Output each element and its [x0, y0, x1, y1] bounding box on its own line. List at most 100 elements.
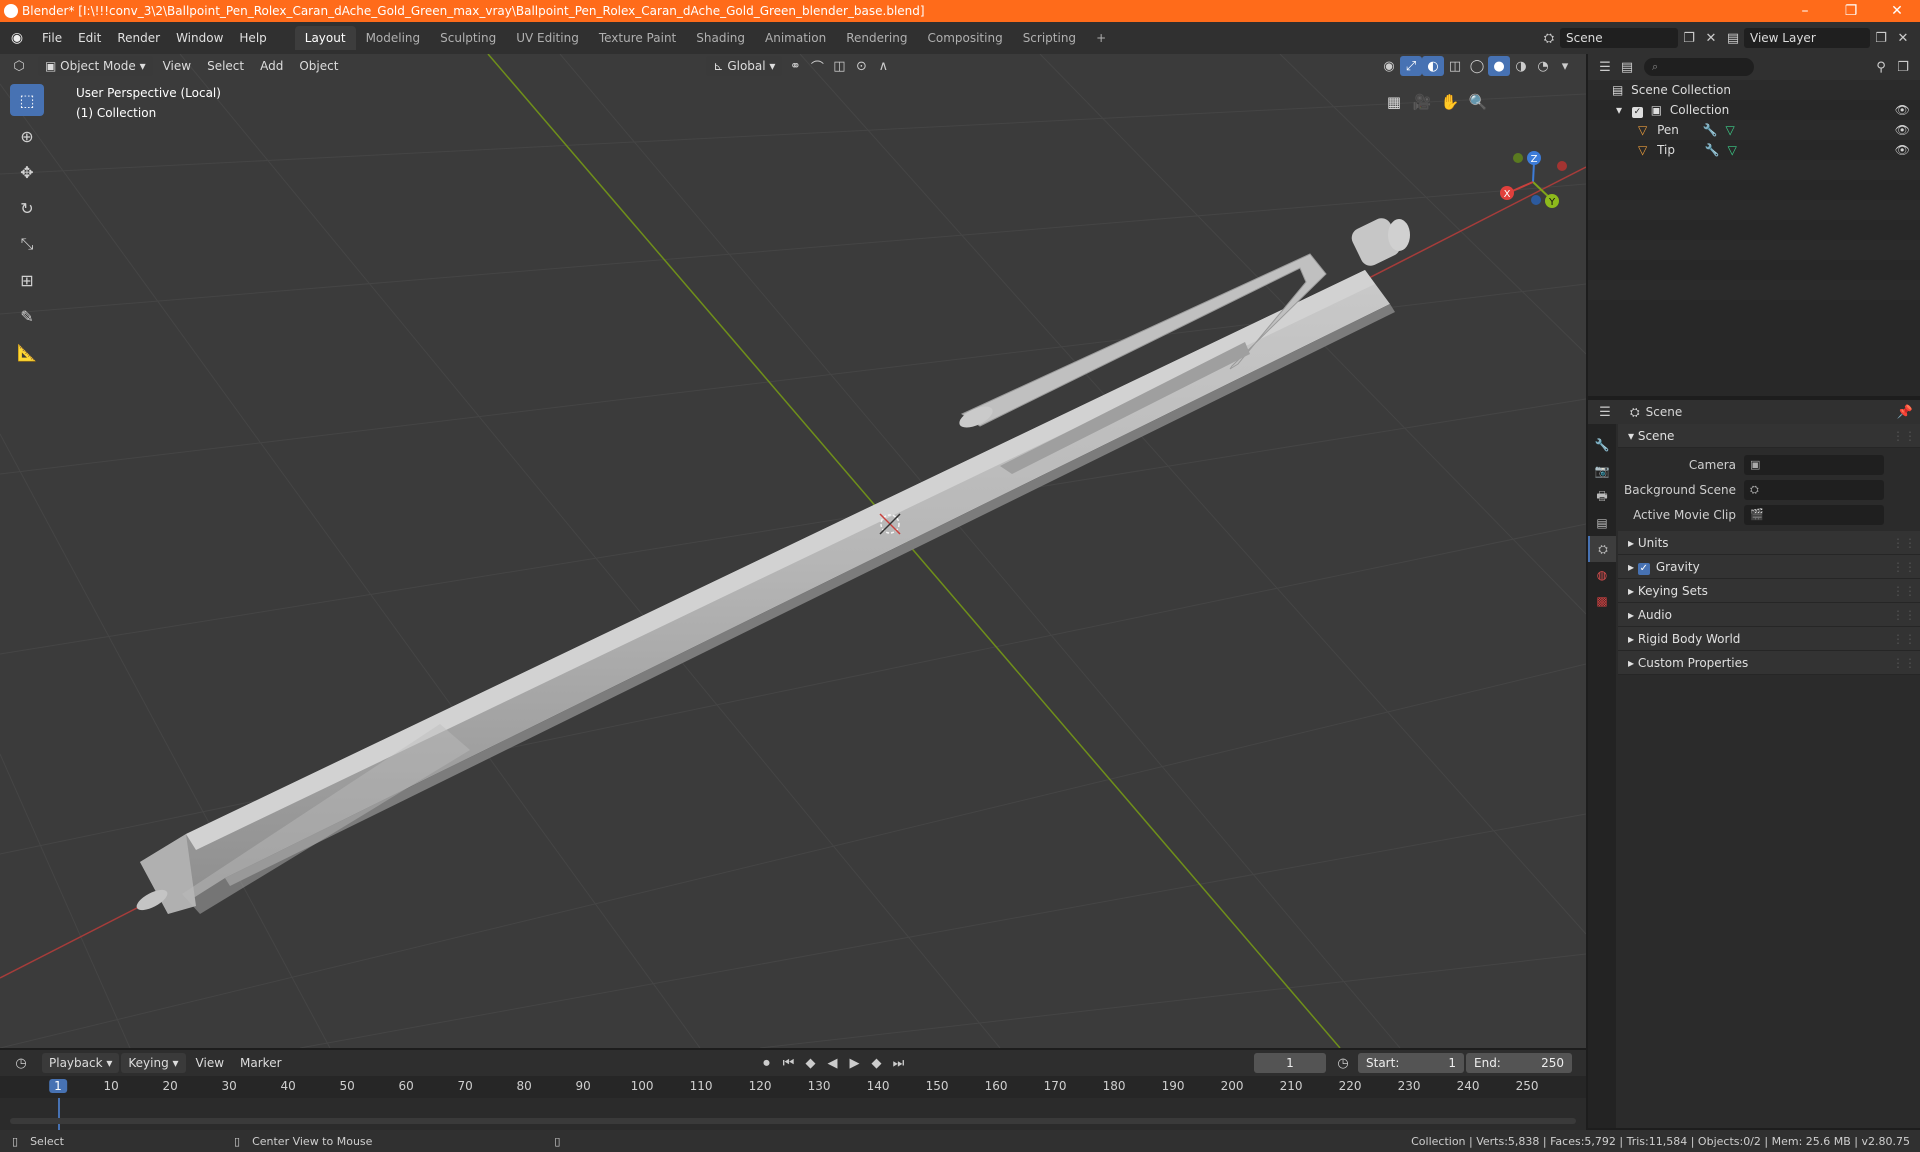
camera-field[interactable]: ▣ — [1744, 454, 1884, 475]
annotate-tool-icon[interactable]: ✎ — [10, 300, 44, 332]
collection-expand-icon[interactable]: ▾ — [1616, 103, 1622, 117]
viewport-menu-view[interactable]: View — [155, 56, 199, 76]
panel-units-header[interactable]: ▸ Units ⋮⋮ — [1618, 531, 1920, 555]
timeline-menu-marker[interactable]: Marker — [232, 1053, 289, 1073]
record-icon[interactable]: ⏺ — [756, 1053, 778, 1073]
keying-menu[interactable]: Keying ▾ — [121, 1053, 186, 1073]
start-frame-field[interactable]: Start: 1 — [1358, 1053, 1464, 1073]
next-keyframe-icon[interactable]: ◆ — [866, 1053, 888, 1073]
pen-visibility-icon[interactable]: 👁 — [1895, 120, 1910, 140]
overlays-toggle-icon[interactable]: ◐ — [1422, 56, 1444, 76]
toggle-ortho-icon[interactable]: ▦ — [1380, 88, 1408, 116]
menu-file[interactable]: File — [34, 26, 70, 50]
panel-custom-properties-header[interactable]: ▸ Custom Properties ⋮⋮ — [1618, 651, 1920, 675]
viewport-menu-object[interactable]: Object — [291, 56, 346, 76]
menu-render[interactable]: Render — [109, 26, 168, 50]
close-button[interactable]: ✕ — [1874, 0, 1920, 22]
prev-keyframe-icon[interactable]: ◆ — [800, 1053, 822, 1073]
output-tab-icon[interactable]: 🖶 — [1588, 484, 1616, 510]
tab-shading[interactable]: Shading — [686, 26, 755, 50]
collection-visibility-icon[interactable]: 👁 — [1895, 100, 1910, 120]
texture-tab-icon[interactable]: ▩ — [1588, 588, 1616, 614]
mesh-data-icon[interactable]: ▽ — [1728, 143, 1737, 157]
pan-view-icon[interactable]: ✋ — [1436, 88, 1464, 116]
tab-animation[interactable]: Animation — [755, 26, 836, 50]
panel-rigid-body-header[interactable]: ▸ Rigid Body World ⋮⋮ — [1618, 627, 1920, 651]
move-tool-icon[interactable]: ✥ — [10, 156, 44, 188]
tool-tab-icon[interactable]: 🔧 — [1588, 432, 1616, 458]
zoom-view-icon[interactable]: 🔍 — [1464, 88, 1492, 116]
blender-menu-icon[interactable]: ◉ — [0, 30, 34, 46]
view-layer-selector-icon[interactable]: ▤ — [1722, 28, 1744, 48]
modifier-wrench-icon[interactable]: 🔧 — [1703, 123, 1718, 137]
scene-tab-icon[interactable]: ⛭ — [1588, 536, 1616, 562]
gizmo-toggle-icon[interactable]: ⤢ — [1400, 56, 1422, 76]
snap-target-icon[interactable]: ◫ — [828, 56, 850, 76]
tab-texture-paint[interactable]: Texture Paint — [589, 26, 686, 50]
tab-sculpting[interactable]: Sculpting — [430, 26, 506, 50]
background-scene-field[interactable]: ⛭ — [1744, 479, 1884, 500]
add-workspace-button[interactable]: + — [1086, 26, 1116, 50]
maximize-button[interactable]: ❐ — [1828, 0, 1874, 22]
outliner-editor-type-icon[interactable]: ☰ — [1594, 57, 1616, 77]
pin-icon[interactable]: 📌 — [1894, 402, 1916, 422]
outliner-filter-icon[interactable]: ⚲ — [1870, 57, 1892, 77]
new-view-layer-icon[interactable]: ❐ — [1870, 28, 1892, 48]
viewport-menu-add[interactable]: Add — [252, 56, 291, 76]
pivot-point-icon[interactable]: ⚭ — [784, 56, 806, 76]
editor-type-icon[interactable]: ⬡ — [8, 56, 30, 76]
jump-start-icon[interactable]: ⏮ — [778, 1053, 800, 1073]
timeline-track[interactable] — [0, 1098, 1586, 1130]
properties-editor-type-icon[interactable]: ☰ — [1594, 402, 1616, 422]
viewport-menu-select[interactable]: Select — [199, 56, 252, 76]
menu-help[interactable]: Help — [231, 26, 274, 50]
shading-material-icon[interactable]: ◑ — [1510, 56, 1532, 76]
timeline-scrollbar[interactable] — [10, 1118, 1576, 1124]
tip-visibility-icon[interactable]: 👁 — [1895, 140, 1910, 160]
snap-icon[interactable]: ⌒ — [806, 56, 828, 76]
tab-rendering[interactable]: Rendering — [836, 26, 917, 50]
timeline-ruler[interactable]: 1 10 20 30 40 50 60 70 80 90 100 110 120 130 140 150 160… — [0, 1076, 1586, 1098]
delete-view-layer-icon[interactable]: ✕ — [1892, 28, 1914, 48]
transform-orientation-dropdown[interactable]: ⊾ Global ▾ — [706, 56, 783, 76]
scene-name-field[interactable]: Scene — [1560, 28, 1678, 48]
tab-scripting[interactable]: Scripting — [1013, 26, 1086, 50]
3d-viewport[interactable]: Z Y X ⬡ ▣ Object Mode ▾ View Select Add … — [0, 54, 1586, 1048]
mesh-data-icon[interactable]: ▽ — [1725, 123, 1734, 137]
outliner-display-mode-icon[interactable]: ▤ — [1616, 57, 1638, 77]
end-frame-field[interactable]: End: 250 — [1466, 1053, 1572, 1073]
shading-solid-icon[interactable]: ● — [1488, 56, 1510, 76]
timeline-editor-type-icon[interactable]: ◷ — [10, 1053, 32, 1073]
panel-audio-header[interactable]: ▸ Audio ⋮⋮ — [1618, 603, 1920, 627]
world-tab-icon[interactable]: ◍ — [1588, 562, 1616, 588]
play-reverse-icon[interactable]: ◀ — [822, 1053, 844, 1073]
outliner-search-input[interactable]: ⌕ — [1644, 58, 1754, 76]
playhead-line[interactable] — [58, 1098, 60, 1130]
transform-tool-icon[interactable]: ⊞ — [10, 264, 44, 296]
scene-collection-row[interactable]: ▤ Scene Collection — [1588, 80, 1920, 100]
view-layer-field[interactable]: View Layer — [1744, 28, 1870, 48]
cursor-tool-icon[interactable]: ⊕ — [10, 120, 44, 152]
new-collection-icon[interactable]: ❐ — [1892, 57, 1914, 77]
current-frame-field[interactable]: 1 — [1254, 1053, 1326, 1073]
collection-checkbox[interactable]: ✓ — [1631, 107, 1643, 118]
play-icon[interactable]: ▶ — [844, 1053, 866, 1073]
render-tab-icon[interactable]: 📷 — [1588, 458, 1616, 484]
tab-uv-editing[interactable]: UV Editing — [506, 26, 589, 50]
xray-toggle-icon[interactable]: ◫ — [1444, 56, 1466, 76]
panel-gravity-header[interactable]: ▸ ✓ Gravity ⋮⋮ — [1618, 555, 1920, 579]
measure-tool-icon[interactable]: 📐 — [10, 336, 44, 368]
shading-wireframe-icon[interactable]: ◯ — [1466, 56, 1488, 76]
gravity-checkbox[interactable]: ✓ — [1637, 563, 1650, 575]
outliner-item-pen[interactable]: ▽ Pen 🔧 ▽ 👁 — [1588, 120, 1920, 140]
proportional-edit-icon[interactable]: ⊙ — [850, 56, 872, 76]
view-layer-tab-icon[interactable]: ▤ — [1588, 510, 1616, 536]
visibility-icon[interactable]: ◉ — [1378, 56, 1400, 76]
minimize-button[interactable]: – — [1782, 0, 1828, 22]
panel-keying-sets-header[interactable]: ▸ Keying Sets ⋮⋮ — [1618, 579, 1920, 603]
tab-modeling[interactable]: Modeling — [356, 26, 431, 50]
shading-options-icon[interactable]: ▾ — [1554, 56, 1576, 76]
shading-rendered-icon[interactable]: ◔ — [1532, 56, 1554, 76]
menu-edit[interactable]: Edit — [70, 26, 109, 50]
scale-tool-icon[interactable]: ⤡ — [10, 228, 44, 260]
